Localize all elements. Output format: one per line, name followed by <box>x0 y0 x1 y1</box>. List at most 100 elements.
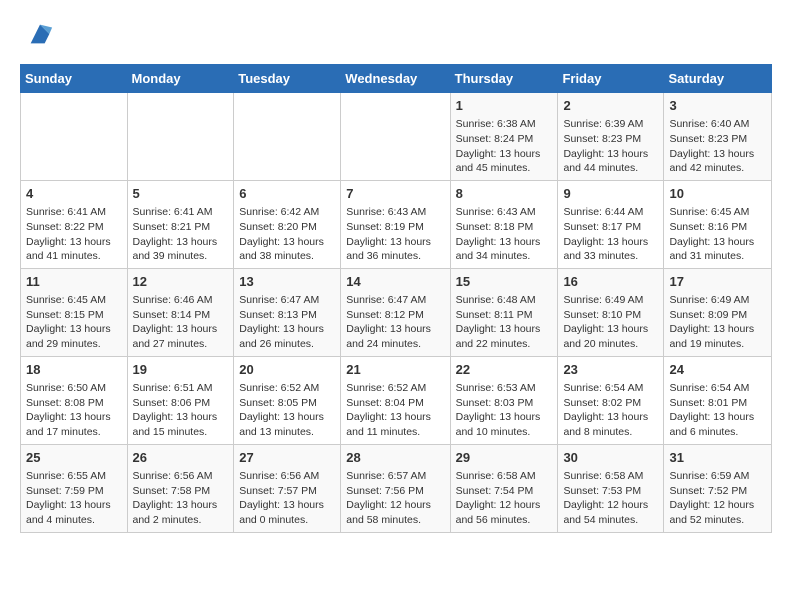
day-info: Sunrise: 6:42 AM Sunset: 8:20 PM Dayligh… <box>239 205 335 264</box>
calendar-cell: 21 Sunrise: 6:52 AM Sunset: 8:04 PM Dayli… <box>341 356 450 444</box>
day-number: 24 <box>669 361 766 379</box>
day-info: Sunrise: 6:40 AM Sunset: 8:23 PM Dayligh… <box>669 117 766 176</box>
calendar-cell: 1 Sunrise: 6:38 AM Sunset: 8:24 PM Daylig… <box>450 93 558 181</box>
day-info: Sunrise: 6:56 AM Sunset: 7:58 PM Dayligh… <box>133 469 229 528</box>
day-info: Sunrise: 6:41 AM Sunset: 8:22 PM Dayligh… <box>26 205 122 264</box>
calendar-cell: 18 Sunrise: 6:50 AM Sunset: 8:08 PM Dayli… <box>21 356 128 444</box>
calendar-week-4: 18 Sunrise: 6:50 AM Sunset: 8:08 PM Dayli… <box>21 356 772 444</box>
day-info: Sunrise: 6:58 AM Sunset: 7:54 PM Dayligh… <box>456 469 553 528</box>
day-info: Sunrise: 6:52 AM Sunset: 8:05 PM Dayligh… <box>239 381 335 440</box>
day-number: 8 <box>456 185 553 203</box>
day-number: 6 <box>239 185 335 203</box>
day-number: 23 <box>563 361 658 379</box>
day-number: 21 <box>346 361 444 379</box>
calendar-cell: 5 Sunrise: 6:41 AM Sunset: 8:21 PM Daylig… <box>127 180 234 268</box>
calendar-header-saturday: Saturday <box>664 65 772 93</box>
calendar-cell: 20 Sunrise: 6:52 AM Sunset: 8:05 PM Dayli… <box>234 356 341 444</box>
day-number: 22 <box>456 361 553 379</box>
logo <box>20 20 54 48</box>
calendar-cell <box>234 93 341 181</box>
calendar-header-sunday: Sunday <box>21 65 128 93</box>
day-number: 12 <box>133 273 229 291</box>
calendar-cell: 4 Sunrise: 6:41 AM Sunset: 8:22 PM Daylig… <box>21 180 128 268</box>
calendar-cell: 12 Sunrise: 6:46 AM Sunset: 8:14 PM Dayli… <box>127 268 234 356</box>
day-info: Sunrise: 6:46 AM Sunset: 8:14 PM Dayligh… <box>133 293 229 352</box>
day-info: Sunrise: 6:39 AM Sunset: 8:23 PM Dayligh… <box>563 117 658 176</box>
day-info: Sunrise: 6:56 AM Sunset: 7:57 PM Dayligh… <box>239 469 335 528</box>
calendar-cell: 8 Sunrise: 6:43 AM Sunset: 8:18 PM Daylig… <box>450 180 558 268</box>
day-info: Sunrise: 6:59 AM Sunset: 7:52 PM Dayligh… <box>669 469 766 528</box>
day-number: 28 <box>346 449 444 467</box>
calendar-cell: 9 Sunrise: 6:44 AM Sunset: 8:17 PM Daylig… <box>558 180 664 268</box>
calendar-cell: 27 Sunrise: 6:56 AM Sunset: 7:57 PM Dayli… <box>234 444 341 532</box>
calendar-cell: 17Sunrise: 6:49 AM Sunset: 8:09 PM Dayli… <box>664 268 772 356</box>
day-number: 31 <box>669 449 766 467</box>
day-info: Sunrise: 6:38 AM Sunset: 8:24 PM Dayligh… <box>456 117 553 176</box>
day-info: Sunrise: 6:41 AM Sunset: 8:21 PM Dayligh… <box>133 205 229 264</box>
calendar-cell: 11 Sunrise: 6:45 AM Sunset: 8:15 PM Dayli… <box>21 268 128 356</box>
calendar-cell <box>341 93 450 181</box>
day-info: Sunrise: 6:52 AM Sunset: 8:04 PM Dayligh… <box>346 381 444 440</box>
calendar-cell: 26 Sunrise: 6:56 AM Sunset: 7:58 PM Dayli… <box>127 444 234 532</box>
calendar-header-thursday: Thursday <box>450 65 558 93</box>
calendar-header-row: SundayMondayTuesdayWednesdayThursdayFrid… <box>21 65 772 93</box>
calendar-cell: 24 Sunrise: 6:54 AM Sunset: 8:01 PM Dayli… <box>664 356 772 444</box>
day-info: Sunrise: 6:43 AM Sunset: 8:19 PM Dayligh… <box>346 205 444 264</box>
calendar-cell: 25 Sunrise: 6:55 AM Sunset: 7:59 PM Dayli… <box>21 444 128 532</box>
day-number: 2 <box>563 97 658 115</box>
calendar-cell: 30 Sunrise: 6:58 AM Sunset: 7:53 PM Dayli… <box>558 444 664 532</box>
calendar-cell: 2 Sunrise: 6:39 AM Sunset: 8:23 PM Daylig… <box>558 93 664 181</box>
day-number: 10 <box>669 185 766 203</box>
day-number: 5 <box>133 185 229 203</box>
calendar-cell: 31 Sunrise: 6:59 AM Sunset: 7:52 PM Dayli… <box>664 444 772 532</box>
calendar-cell: 29Sunrise: 6:58 AM Sunset: 7:54 PM Dayli… <box>450 444 558 532</box>
day-info: Sunrise: 6:54 AM Sunset: 8:01 PM Dayligh… <box>669 381 766 440</box>
day-number: 4 <box>26 185 122 203</box>
day-number: 14 <box>346 273 444 291</box>
logo-icon <box>26 20 54 48</box>
calendar-cell: 3 Sunrise: 6:40 AM Sunset: 8:23 PM Daylig… <box>664 93 772 181</box>
calendar-cell: 28 Sunrise: 6:57 AM Sunset: 7:56 PM Dayli… <box>341 444 450 532</box>
calendar-week-1: 1 Sunrise: 6:38 AM Sunset: 8:24 PM Daylig… <box>21 93 772 181</box>
day-number: 19 <box>133 361 229 379</box>
day-info: Sunrise: 6:50 AM Sunset: 8:08 PM Dayligh… <box>26 381 122 440</box>
day-info: Sunrise: 6:45 AM Sunset: 8:15 PM Dayligh… <box>26 293 122 352</box>
day-number: 18 <box>26 361 122 379</box>
day-info: Sunrise: 6:51 AM Sunset: 8:06 PM Dayligh… <box>133 381 229 440</box>
calendar-cell <box>127 93 234 181</box>
day-info: Sunrise: 6:58 AM Sunset: 7:53 PM Dayligh… <box>563 469 658 528</box>
day-number: 16 <box>563 273 658 291</box>
day-info: Sunrise: 6:44 AM Sunset: 8:17 PM Dayligh… <box>563 205 658 264</box>
day-number: 13 <box>239 273 335 291</box>
calendar-cell: 10Sunrise: 6:45 AM Sunset: 8:16 PM Dayli… <box>664 180 772 268</box>
day-number: 1 <box>456 97 553 115</box>
day-number: 30 <box>563 449 658 467</box>
calendar-week-3: 11 Sunrise: 6:45 AM Sunset: 8:15 PM Dayli… <box>21 268 772 356</box>
day-info: Sunrise: 6:43 AM Sunset: 8:18 PM Dayligh… <box>456 205 553 264</box>
calendar-header-wednesday: Wednesday <box>341 65 450 93</box>
calendar-cell: 7 Sunrise: 6:43 AM Sunset: 8:19 PM Daylig… <box>341 180 450 268</box>
day-number: 25 <box>26 449 122 467</box>
day-number: 20 <box>239 361 335 379</box>
day-number: 27 <box>239 449 335 467</box>
calendar-cell: 16Sunrise: 6:49 AM Sunset: 8:10 PM Dayli… <box>558 268 664 356</box>
day-number: 11 <box>26 273 122 291</box>
day-info: Sunrise: 6:55 AM Sunset: 7:59 PM Dayligh… <box>26 469 122 528</box>
calendar-cell: 15Sunrise: 6:48 AM Sunset: 8:11 PM Dayli… <box>450 268 558 356</box>
day-number: 7 <box>346 185 444 203</box>
day-info: Sunrise: 6:57 AM Sunset: 7:56 PM Dayligh… <box>346 469 444 528</box>
day-number: 3 <box>669 97 766 115</box>
day-number: 26 <box>133 449 229 467</box>
day-number: 9 <box>563 185 658 203</box>
calendar-week-5: 25 Sunrise: 6:55 AM Sunset: 7:59 PM Dayli… <box>21 444 772 532</box>
day-info: Sunrise: 6:47 AM Sunset: 8:12 PM Dayligh… <box>346 293 444 352</box>
calendar-cell: 6 Sunrise: 6:42 AM Sunset: 8:20 PM Daylig… <box>234 180 341 268</box>
calendar-cell: 23Sunrise: 6:54 AM Sunset: 8:02 PM Dayli… <box>558 356 664 444</box>
calendar-header-monday: Monday <box>127 65 234 93</box>
page-header <box>20 20 772 48</box>
day-info: Sunrise: 6:53 AM Sunset: 8:03 PM Dayligh… <box>456 381 553 440</box>
calendar-cell: 13 Sunrise: 6:47 AM Sunset: 8:13 PM Dayli… <box>234 268 341 356</box>
day-info: Sunrise: 6:47 AM Sunset: 8:13 PM Dayligh… <box>239 293 335 352</box>
calendar-week-2: 4 Sunrise: 6:41 AM Sunset: 8:22 PM Daylig… <box>21 180 772 268</box>
calendar-header-tuesday: Tuesday <box>234 65 341 93</box>
